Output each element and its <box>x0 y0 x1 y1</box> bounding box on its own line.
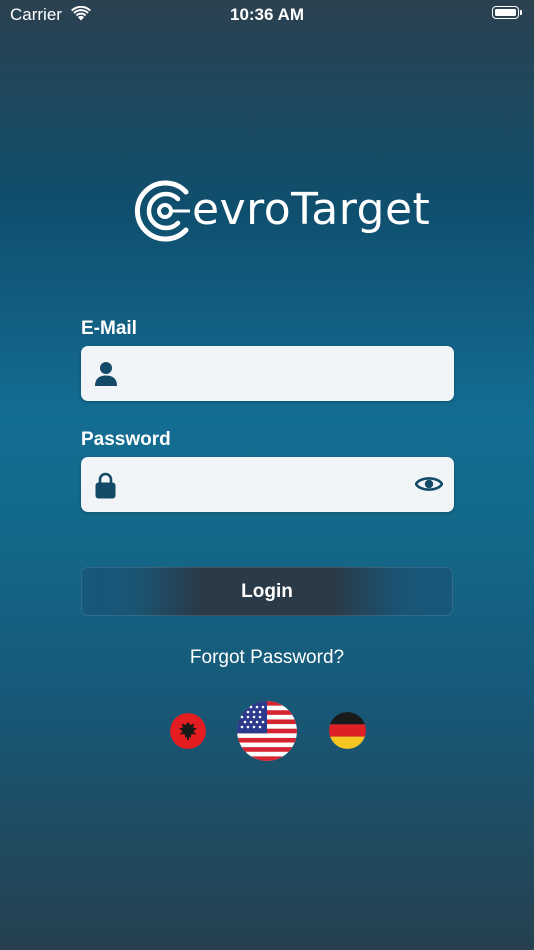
user-icon <box>95 362 117 386</box>
target-logo-icon <box>135 180 190 242</box>
status-bar: Carrier 10:36 AM <box>0 0 534 30</box>
email-label: E-Mail <box>81 318 137 339</box>
forgot-password-link[interactable]: Forgot Password? <box>0 647 534 669</box>
email-field-container[interactable] <box>81 346 454 401</box>
password-label: Password <box>81 429 171 450</box>
usa-flag-icon[interactable] <box>237 701 297 761</box>
battery-level <box>495 9 516 16</box>
email-input[interactable] <box>129 346 399 401</box>
password-input[interactable] <box>129 457 399 512</box>
password-field-container[interactable] <box>81 457 454 512</box>
lock-icon <box>95 472 116 499</box>
germany-flag-icon[interactable] <box>329 712 366 749</box>
albania-flag-icon[interactable] <box>170 713 206 749</box>
login-button[interactable]: Login <box>81 567 453 616</box>
app-logo: evroTarget <box>132 178 430 244</box>
battery-cap <box>520 10 522 15</box>
battery-icon <box>492 6 519 19</box>
logo-text: evroTarget <box>192 184 431 235</box>
eye-icon[interactable] <box>415 474 443 494</box>
clock: 10:36 AM <box>229 5 304 24</box>
